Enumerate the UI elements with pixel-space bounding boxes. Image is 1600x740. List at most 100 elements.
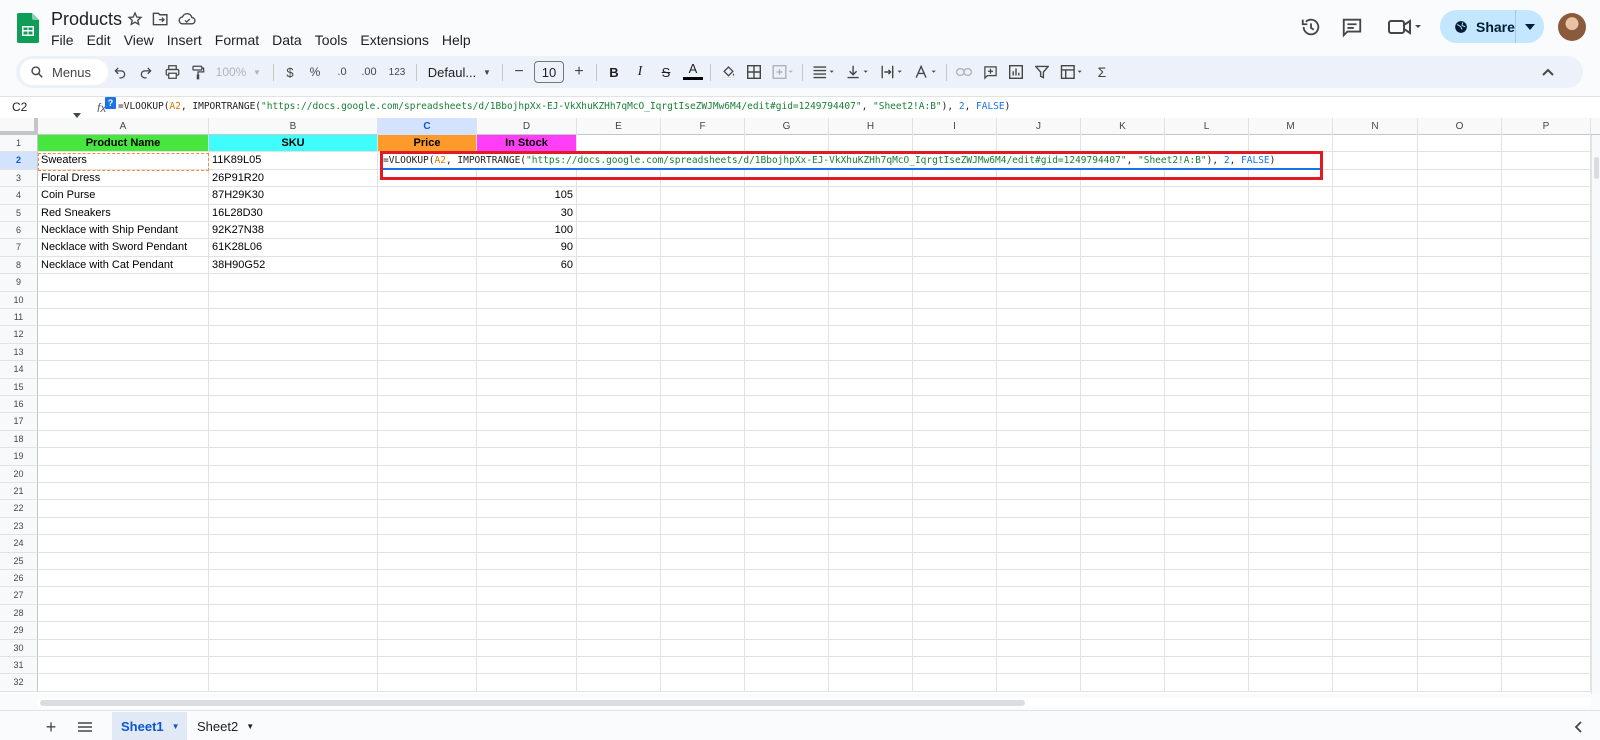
- grid-cell[interactable]: [209, 326, 378, 344]
- grid-cell[interactable]: [1502, 517, 1591, 536]
- grid-cell[interactable]: [913, 309, 997, 327]
- grid-cell[interactable]: [1165, 500, 1249, 518]
- grid-cell[interactable]: [1081, 222, 1165, 240]
- grid-cell[interactable]: [477, 674, 577, 692]
- grid-cell[interactable]: [38, 343, 209, 362]
- grid-cell[interactable]: [477, 639, 577, 657]
- grid-cell[interactable]: [378, 361, 477, 379]
- grid-cell[interactable]: [1081, 378, 1165, 396]
- grid-cell[interactable]: [1333, 256, 1418, 275]
- grid-cell[interactable]: [1418, 274, 1502, 292]
- grid-cell[interactable]: [378, 396, 477, 414]
- grid-cell[interactable]: [38, 587, 209, 605]
- grid-cell[interactable]: [1081, 187, 1165, 205]
- grid-cell[interactable]: [1502, 309, 1591, 327]
- grid-cell[interactable]: [577, 639, 661, 657]
- grid-cell[interactable]: [913, 657, 997, 675]
- grid-cell[interactable]: [1502, 674, 1591, 692]
- zoom-caret-icon[interactable]: ▼: [252, 60, 262, 84]
- grid-cell[interactable]: [1249, 517, 1333, 536]
- grid-cell[interactable]: [378, 378, 477, 396]
- grid-cell[interactable]: [1249, 535, 1333, 553]
- grid-cell[interactable]: [1502, 274, 1591, 292]
- grid-cell[interactable]: [1333, 448, 1418, 466]
- row-header[interactable]: 20: [0, 465, 38, 483]
- grid-cell[interactable]: [378, 222, 477, 240]
- grid-cell[interactable]: [913, 291, 997, 309]
- grid-cell[interactable]: [997, 587, 1081, 605]
- grid-cell[interactable]: [1165, 604, 1249, 623]
- grid-cell[interactable]: [1165, 187, 1249, 205]
- grid-cell[interactable]: [745, 239, 829, 257]
- grid-cell[interactable]: [1081, 465, 1165, 483]
- grid-cell[interactable]: [661, 639, 745, 657]
- row-header[interactable]: 3: [0, 169, 38, 188]
- star-icon[interactable]: [127, 11, 145, 29]
- grid-cell[interactable]: [913, 535, 997, 553]
- grid-cell[interactable]: [378, 657, 477, 675]
- grid-cell[interactable]: [378, 343, 477, 362]
- grid-cell[interactable]: [1333, 291, 1418, 309]
- grid-cell[interactable]: [1418, 622, 1502, 640]
- grid-cell[interactable]: [577, 256, 661, 275]
- grid-cell[interactable]: [209, 274, 378, 292]
- grid-cell[interactable]: [378, 204, 477, 222]
- grid-cell[interactable]: [1249, 587, 1333, 605]
- grid-cell[interactable]: [661, 204, 745, 222]
- menu-format[interactable]: Format: [215, 31, 265, 49]
- grid-cell[interactable]: [1081, 256, 1165, 275]
- grid-cell[interactable]: [477, 361, 577, 379]
- grid-cell[interactable]: [1081, 291, 1165, 309]
- grid-cell[interactable]: [209, 604, 378, 623]
- column-header-h[interactable]: H: [829, 118, 913, 135]
- grid-cell[interactable]: [577, 465, 661, 483]
- grid-cell[interactable]: [745, 448, 829, 466]
- grid-cell[interactable]: [477, 483, 577, 501]
- row-header[interactable]: 11: [0, 309, 38, 327]
- row-header[interactable]: 9: [0, 274, 38, 292]
- horizontal-scroll-thumb[interactable]: [40, 700, 1025, 706]
- grid-cell[interactable]: [209, 343, 378, 362]
- grid-cell[interactable]: [1418, 657, 1502, 675]
- grid-cell[interactable]: [38, 622, 209, 640]
- grid-cell[interactable]: [745, 552, 829, 570]
- grid-cell[interactable]: [577, 413, 661, 431]
- grid-cell[interactable]: [1333, 326, 1418, 344]
- row-header[interactable]: 21: [0, 483, 38, 501]
- grid-cell[interactable]: [913, 326, 997, 344]
- grid-cell[interactable]: [997, 570, 1081, 588]
- grid-cell[interactable]: [913, 483, 997, 501]
- grid-cell[interactable]: [997, 465, 1081, 483]
- grid-cell[interactable]: [745, 343, 829, 362]
- column-header-m[interactable]: M: [1249, 118, 1333, 135]
- share-main[interactable]: Share: [1440, 10, 1516, 43]
- grid-cell[interactable]: [38, 430, 209, 449]
- grid-cell[interactable]: [745, 361, 829, 379]
- grid-cell[interactable]: [913, 552, 997, 570]
- grid-cell[interactable]: [745, 378, 829, 396]
- grid-cell[interactable]: [745, 500, 829, 518]
- grid-cell[interactable]: [1502, 604, 1591, 623]
- grid-cell[interactable]: [1249, 622, 1333, 640]
- column-header-b[interactable]: B: [209, 118, 378, 135]
- column-header-d[interactable]: D: [477, 118, 577, 135]
- grid-cell[interactable]: [378, 604, 477, 623]
- name-box[interactable]: C2: [12, 100, 82, 114]
- grid-cell[interactable]: [745, 517, 829, 536]
- insert-chart-icon[interactable]: [1006, 60, 1026, 84]
- cell-name[interactable]: Floral Dress: [38, 169, 209, 188]
- grid-cell[interactable]: [997, 500, 1081, 518]
- header-cell-b[interactable]: SKU: [209, 135, 378, 153]
- grid-cell[interactable]: [1333, 222, 1418, 240]
- grid-cell[interactable]: [1165, 361, 1249, 379]
- grid-cell[interactable]: [745, 465, 829, 483]
- grid-cell[interactable]: [1418, 517, 1502, 536]
- cell-sku[interactable]: 61K28L06: [209, 239, 378, 257]
- select-all-corner[interactable]: [0, 118, 38, 135]
- column-header-j[interactable]: J: [997, 118, 1081, 135]
- grid-cell[interactable]: [997, 309, 1081, 327]
- grid-cell[interactable]: [997, 639, 1081, 657]
- grid-cell[interactable]: [829, 378, 913, 396]
- grid-cell[interactable]: [477, 517, 577, 536]
- grid-cell[interactable]: [1249, 500, 1333, 518]
